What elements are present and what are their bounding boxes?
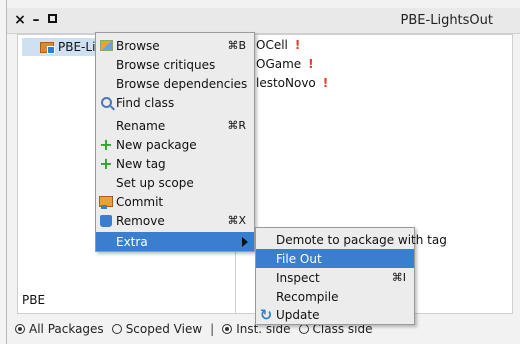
menu-item-new-tag[interactable]: + New tag (96, 154, 254, 173)
warning-flag-icon: ! (322, 76, 329, 90)
window-titlebar[interactable]: × – PBE-LightsOut (7, 8, 520, 34)
close-window-button[interactable]: × (13, 11, 27, 29)
menu-item-label: Rename (116, 118, 166, 133)
menu-item-recompile[interactable]: Recompile (256, 287, 414, 306)
menu-item-label: New tag (116, 156, 166, 171)
class-name: lestoNovo (256, 76, 316, 90)
menu-item-file-out[interactable]: File Out (256, 249, 414, 268)
class-list-item[interactable]: OCell! (256, 38, 300, 56)
menu-item-label: Remove (116, 213, 165, 228)
menu-shortcut: ⌘B (227, 39, 246, 52)
menu-item-extra[interactable]: Extra (96, 232, 254, 251)
menu-item-demote-to-package-with-tag[interactable]: Demote to package with tag (256, 230, 447, 249)
package-icon (40, 41, 55, 54)
window-title: PBE-LightsOut (400, 13, 493, 28)
menu-item-remove[interactable]: Remove ⌘X (96, 211, 254, 230)
menu-item-set-up-scope[interactable]: Set up scope (96, 173, 254, 192)
commit-icon (99, 196, 113, 209)
radio-empty-icon (298, 323, 309, 334)
class-list-item[interactable]: lestoNovo! (256, 76, 328, 94)
menu-item-label: Inspect (276, 270, 320, 285)
menu-item-browse-dependencies[interactable]: Browse dependencies (96, 74, 254, 93)
class-name: OGame (256, 57, 302, 71)
menu-item-browse-critiques[interactable]: Browse critiques (96, 55, 254, 74)
plus-icon: + (99, 153, 113, 173)
warning-flag-icon: ! (294, 38, 301, 52)
packages-footer-label: PBE (22, 293, 46, 307)
radio-selected-icon (15, 323, 25, 334)
find-icon (100, 97, 112, 108)
maximize-window-button[interactable] (45, 11, 59, 29)
plus-icon: + (99, 134, 113, 154)
all-packages-radio[interactable]: All Packages (15, 322, 104, 336)
menu-item-label: Set up scope (116, 175, 194, 190)
update-icon: ↻ (259, 305, 273, 324)
minimize-window-button[interactable]: – (29, 11, 43, 29)
menu-item-label: Extra (116, 234, 148, 249)
menu-shortcut: ⌘R (227, 119, 246, 132)
menu-item-label: Browse (116, 38, 160, 53)
extra-submenu: Demote to package with tag File Out Insp… (255, 227, 447, 325)
menu-item-label: Demote to package with tag (276, 232, 447, 247)
menu-item-label: Find class (116, 95, 175, 110)
maximize-icon (47, 14, 57, 23)
menu-item-label: New package (116, 137, 197, 152)
radio-selected-icon (222, 323, 233, 334)
scoped-view-label: Scoped View (125, 322, 203, 336)
menu-item-label: Recompile (276, 289, 339, 304)
menu-item-label: Browse critiques (116, 57, 216, 72)
class-name: OCell (256, 38, 288, 52)
menu-item-inspect[interactable]: Inspect ⌘I (256, 268, 414, 287)
menu-item-rename[interactable]: Rename ⌘R (96, 116, 254, 135)
menu-item-new-package[interactable]: + New package (96, 135, 254, 154)
radio-empty-icon (111, 323, 122, 334)
menu-item-label: Update (276, 307, 320, 322)
menu-item-update[interactable]: ↻ Update (256, 305, 414, 324)
menu-item-label: File Out (276, 251, 322, 266)
menu-item-label: Commit (116, 194, 164, 209)
menu-item-label: Browse dependencies (116, 76, 248, 91)
menu-item-commit[interactable]: Commit (96, 192, 254, 211)
scoped-view-radio[interactable]: Scoped View (111, 322, 203, 336)
warning-flag-icon: ! (308, 57, 314, 71)
package-context-menu: Browse ⌘B Browse critiques Browse depend… (95, 32, 255, 252)
menu-item-find-class[interactable]: Find class (96, 93, 254, 112)
bottom-separator: | (210, 322, 215, 336)
browse-icon (99, 40, 113, 51)
submenu-arrow-icon (242, 236, 248, 247)
trash-icon (100, 214, 112, 227)
menu-shortcut: ⌘I (391, 271, 406, 284)
all-packages-label: All Packages (29, 322, 104, 336)
menu-shortcut: ⌘X (227, 214, 246, 227)
menu-item-browse[interactable]: Browse ⌘B (96, 36, 254, 55)
class-list-item[interactable]: OGame! (256, 57, 314, 75)
